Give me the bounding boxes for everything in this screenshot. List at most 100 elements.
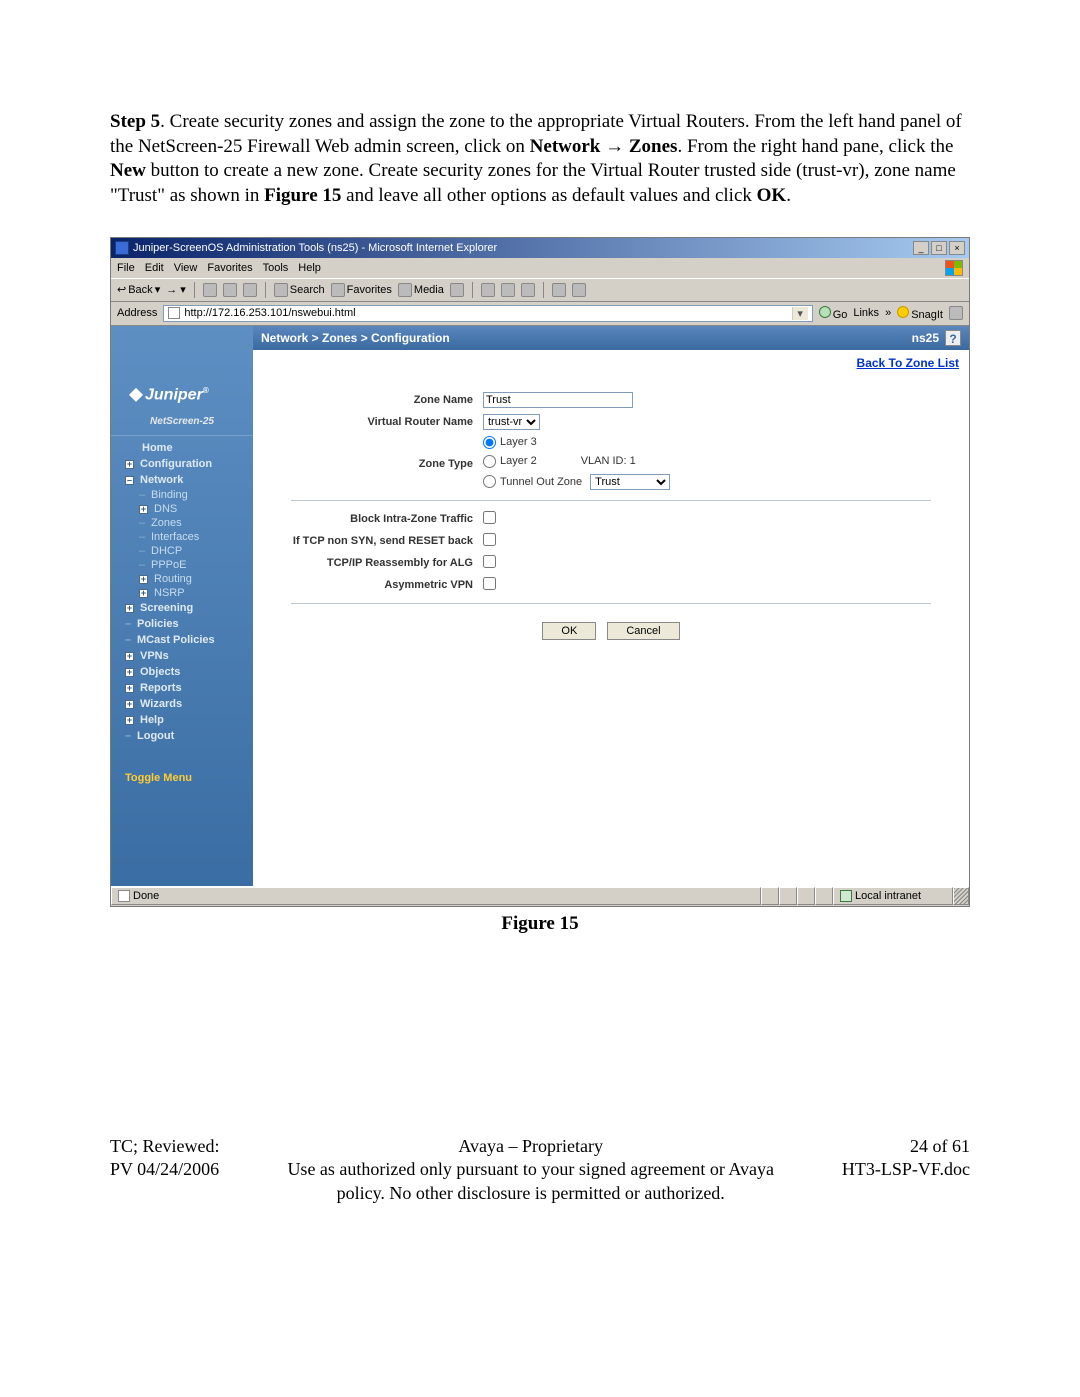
stop-icon[interactable] [203,283,217,297]
mail-icon[interactable] [481,283,495,297]
menu-tools[interactable]: Tools [263,262,289,274]
address-dropdown-icon[interactable]: ▾ [792,307,808,320]
nav-dns[interactable]: +DNS [111,502,253,516]
nav-vpns[interactable]: +VPNs [111,648,253,664]
tcp-reset-checkbox[interactable] [483,533,496,546]
expand-icon[interactable]: + [125,684,134,693]
maximize-button[interactable]: □ [931,241,947,255]
zone-name-input[interactable] [483,392,633,408]
sidebar: Juniper® NetScreen-25 Home +Configuratio… [111,326,253,886]
expand-icon[interactable]: + [125,652,134,661]
nav-wizards[interactable]: +Wizards [111,696,253,712]
nav-mcast[interactable]: –MCast Policies [111,632,253,648]
layer3-radio[interactable] [483,436,496,449]
titlebar: Juniper-ScreenOS Administration Tools (n… [111,238,969,258]
expand-icon[interactable]: + [125,604,134,613]
tcp-reasm-label: TCP/IP Reassembly for ALG [273,557,483,569]
menu-edit[interactable]: Edit [145,262,164,274]
back-to-zone-list-link[interactable]: Back To Zone List [857,356,959,370]
nav-dhcp[interactable]: –DHCP [111,544,253,558]
back-button[interactable]: ↩ Back ▾ [117,283,160,296]
ie-icon [115,241,129,255]
asym-vpn-label: Asymmetric VPN [273,579,483,591]
footer-page: 24 of 61 [842,1135,970,1158]
divider [291,500,931,501]
juniper-logo: Juniper® [111,326,253,412]
toggle-menu[interactable]: Toggle Menu [111,748,253,784]
expand-icon[interactable]: + [125,716,134,725]
address-label: Address [117,307,157,319]
go-button[interactable]: Go [819,306,848,321]
nav-logout[interactable]: –Logout [111,728,253,744]
block-intra-checkbox[interactable] [483,511,496,524]
nav-routing[interactable]: +Routing [111,572,253,586]
media-button[interactable]: Media [398,283,444,297]
statusbar: Done Local intranet [111,886,969,906]
step-label: Step 5 [110,111,160,132]
expand-icon[interactable]: + [139,505,148,514]
nav-home[interactable]: Home [111,440,253,456]
nav-screening[interactable]: +Screening [111,600,253,616]
tunnel-zone-select[interactable]: Trust [590,474,670,490]
expand-icon[interactable]: + [139,575,148,584]
nav-binding[interactable]: –Binding [111,488,253,502]
window-title: Juniper-ScreenOS Administration Tools (n… [133,242,497,254]
snagit-button[interactable]: SnagIt [897,306,943,321]
address-input[interactable]: http://172.16.253.101/nswebui.html ▾ [163,305,812,322]
tcp-reasm-checkbox[interactable] [483,555,496,568]
done-icon [118,890,130,902]
asym-vpn-checkbox[interactable] [483,577,496,590]
help-icon[interactable]: ? [945,330,961,346]
tcp-reset-label: If TCP non SYN, send RESET back [273,535,483,547]
main-pane: Network > Zones > Configuration ns25 ? B… [253,326,969,886]
windows-logo-icon [945,260,963,276]
nav-pppoe[interactable]: –PPPoE [111,558,253,572]
menu-file[interactable]: File [117,262,135,274]
menu-view[interactable]: View [174,262,198,274]
history-icon[interactable] [450,283,464,297]
nav-interfaces[interactable]: –Interfaces [111,530,253,544]
address-url: http://172.16.253.101/nswebui.html [184,307,355,319]
layer2-radio[interactable] [483,455,496,468]
nav-nsrp[interactable]: +NSRP [111,586,253,600]
menu-help[interactable]: Help [298,262,321,274]
expand-icon[interactable]: + [125,668,134,677]
snagit-extra-icon[interactable] [949,306,963,320]
nav-policies[interactable]: –Policies [111,616,253,632]
expand-icon[interactable]: + [125,700,134,709]
links-label[interactable]: Links [853,307,879,319]
device-name: NetScreen-25 [111,412,253,436]
figure-caption: Figure 15 [110,913,970,935]
vr-select[interactable]: trust-vr [483,414,540,430]
nav-reports[interactable]: +Reports [111,680,253,696]
refresh-icon[interactable] [223,283,237,297]
nav-configuration[interactable]: +Configuration [111,456,253,472]
search-button[interactable]: Search [274,283,325,297]
expand-icon[interactable]: + [125,460,134,469]
close-button[interactable]: × [949,241,965,255]
minimize-button[interactable]: _ [913,241,929,255]
ok-button[interactable]: OK [542,622,596,640]
tunnel-radio[interactable] [483,475,496,488]
addressbar: Address http://172.16.253.101/nswebui.ht… [111,302,969,326]
forward-button[interactable]: → ▾ [166,283,186,296]
footer-proprietary: Avaya – Proprietary [281,1135,781,1158]
nav-help[interactable]: +Help [111,712,253,728]
nav-zones[interactable]: –Zones [111,516,253,530]
print-icon[interactable] [501,283,515,297]
favorites-button[interactable]: Favorites [331,283,392,297]
home-icon[interactable] [243,283,257,297]
collapse-icon[interactable]: – [125,476,134,485]
media-icon [398,283,412,297]
research-icon[interactable] [572,283,586,297]
nav-objects[interactable]: +Objects [111,664,253,680]
resize-grip-icon[interactable] [953,887,969,905]
cancel-button[interactable]: Cancel [607,622,679,640]
nav-network[interactable]: –Network [111,472,253,488]
status-done: Done [133,890,159,902]
menu-favorites[interactable]: Favorites [207,262,252,274]
favorites-icon [331,283,345,297]
expand-icon[interactable]: + [139,589,148,598]
discuss-icon[interactable] [552,283,566,297]
edit-icon[interactable] [521,283,535,297]
